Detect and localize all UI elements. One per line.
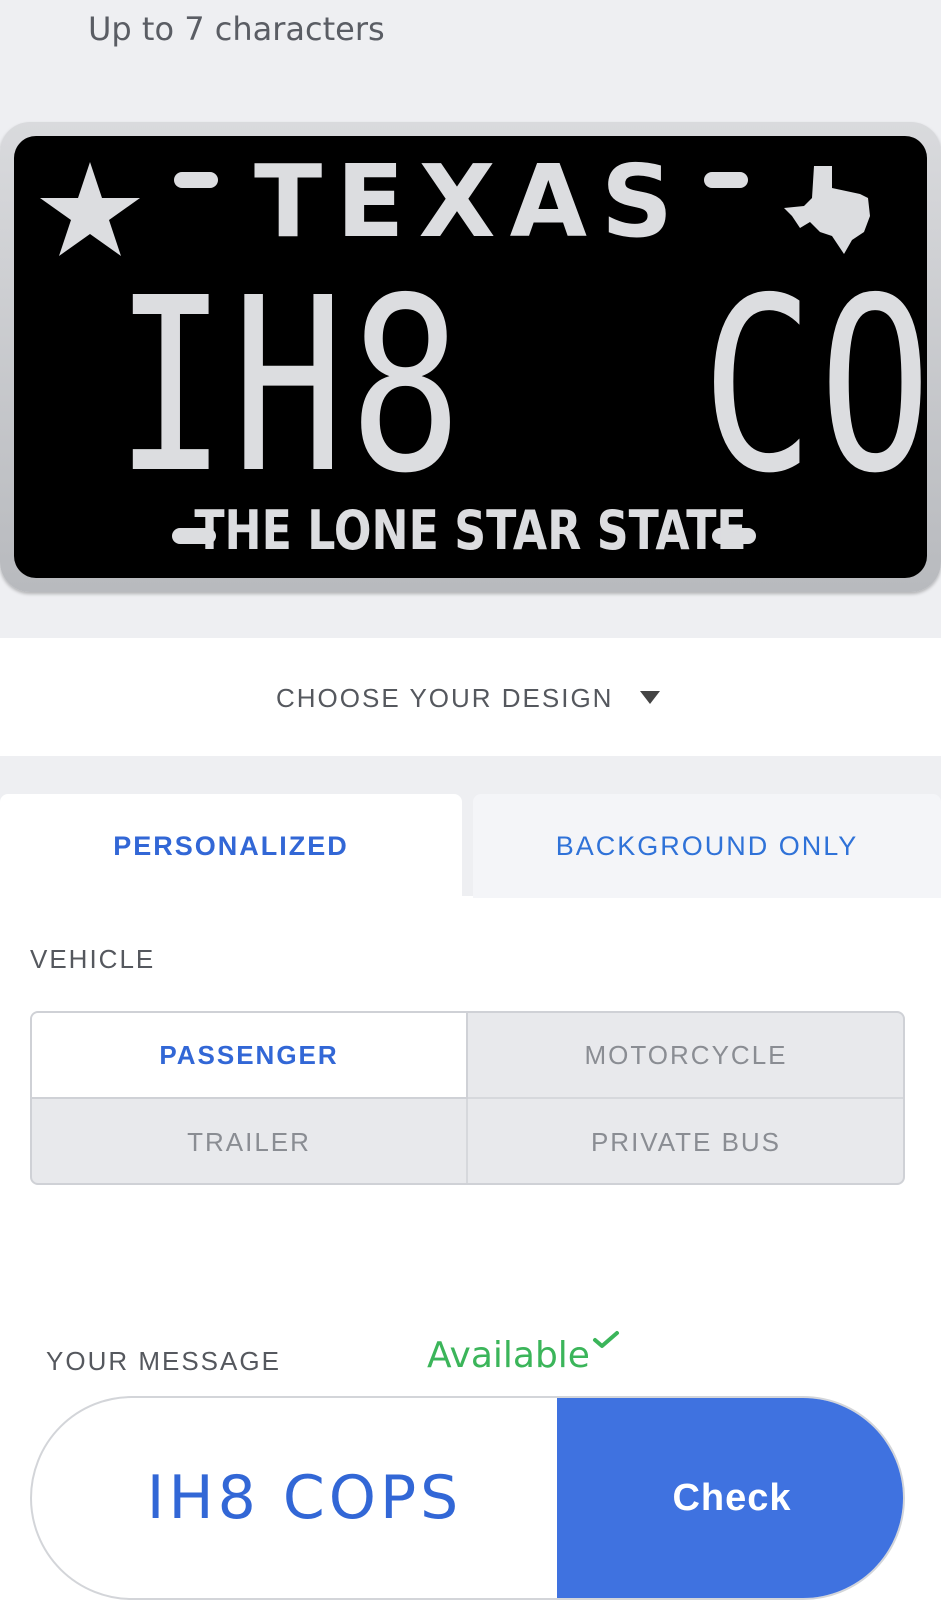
plate-message-text: IH8 COPS (114, 246, 927, 526)
availability-status: Available (427, 1335, 590, 1376)
character-limit-hint: Up to 7 characters (88, 10, 385, 48)
check-button[interactable]: Check (557, 1398, 903, 1598)
your-message-label: YOUR MESSAGE (46, 1346, 281, 1376)
plate-face: TEXAS IH8 COPS THE LONE STAR STATE (14, 136, 927, 578)
checkmark-icon (593, 1331, 619, 1348)
vehicle-option-trailer[interactable]: TRAILER (32, 1099, 468, 1183)
vehicle-option-passenger[interactable]: PASSENGER (32, 1013, 468, 1099)
plate-slogan: THE LONE STAR STATE (194, 499, 747, 562)
plate-preview-area: Up to 7 characters TEXAS IH8 COPS THE LO… (0, 0, 941, 638)
license-plate-preview: TEXAS IH8 COPS THE LONE STAR STATE (0, 122, 941, 592)
choose-design-dropdown[interactable]: CHOOSE YOUR DESIGN (0, 638, 941, 756)
plate-state-name: TEXAS (253, 143, 688, 260)
vehicle-type-selector: PASSENGER MOTORCYCLE TRAILER PRIVATE BUS (30, 1011, 905, 1185)
message-input[interactable] (32, 1398, 557, 1598)
vehicle-section-label: VEHICLE (30, 944, 156, 974)
vehicle-option-private-bus[interactable]: PRIVATE BUS (468, 1099, 903, 1183)
tab-background-only[interactable]: BACKGROUND ONLY (473, 794, 941, 898)
caret-down-icon (640, 691, 660, 704)
choose-design-label: CHOOSE YOUR DESIGN (276, 683, 614, 713)
tab-personalized[interactable]: PERSONALIZED (0, 794, 462, 898)
vehicle-option-motorcycle[interactable]: MOTORCYCLE (468, 1013, 903, 1099)
message-entry-group: Check (30, 1396, 905, 1600)
